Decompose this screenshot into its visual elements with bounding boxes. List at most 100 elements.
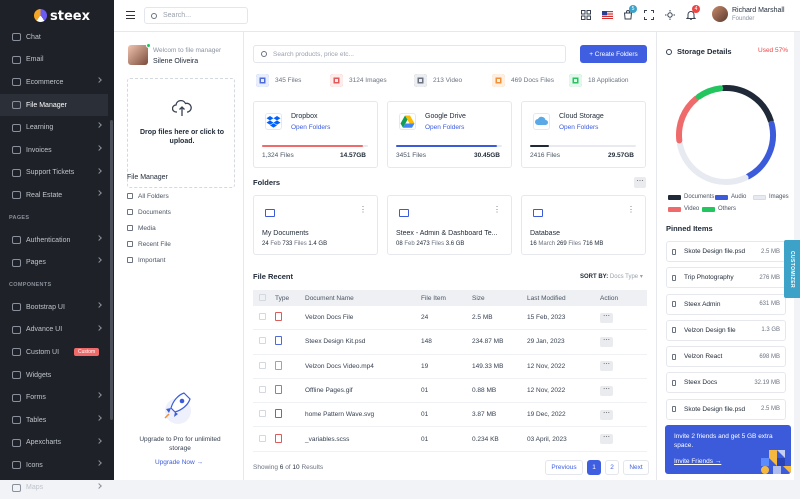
sidebar-item-chat[interactable]: Chat [0, 26, 108, 49]
sidebar-item-invoices[interactable]: Invoices [0, 139, 108, 162]
fm-item-recent-file[interactable]: Recent File [127, 236, 171, 252]
file-type-2[interactable]: 213 Video [414, 74, 462, 87]
page-1-button[interactable]: 1 [587, 460, 601, 475]
cart-button[interactable]: 5 [623, 5, 637, 20]
file-type-4[interactable]: 18 Application [569, 74, 628, 87]
sidebar-item-tables[interactable]: Tables [0, 409, 108, 432]
row-checkbox[interactable] [259, 386, 266, 394]
table-row[interactable]: home Pattern Wave.svg 01 3.87 MB 19 Dec, 20… [253, 403, 647, 428]
row-checkbox[interactable] [259, 434, 266, 442]
sidebar-scrollbar[interactable] [110, 120, 113, 420]
row-checkbox[interactable] [259, 337, 266, 345]
sidebar-item-custom-ui[interactable]: Custom UI Custom [0, 341, 108, 364]
row-checkbox[interactable] [259, 410, 266, 418]
custom-badge: Custom [74, 348, 100, 357]
file-type-0[interactable]: 345 Files [256, 74, 301, 87]
sidebar-item-bootstrap-ui[interactable]: Bootstrap UI [0, 296, 108, 319]
file-type-icon [275, 360, 282, 370]
file-dropzone[interactable]: Drop files here or click to upload. [127, 78, 235, 188]
sidebar-item-icons[interactable]: Icons [0, 454, 108, 477]
select-all-checkbox[interactable] [259, 293, 266, 301]
notifications-button[interactable]: 4 [685, 5, 700, 20]
folder-card[interactable]: ⋮ Steex - Admin & Dashboard Te... 08 Feb 2… [387, 195, 512, 255]
top-search-input[interactable]: Search... [144, 7, 248, 24]
products-search-input[interactable]: Search products, price etc... [253, 45, 566, 63]
file-item-count: 01 [421, 435, 429, 443]
row-checkbox[interactable] [259, 361, 266, 369]
row-action-button[interactable]: ⋯ [600, 409, 613, 420]
open-folders-link[interactable]: Open Folders [425, 124, 464, 131]
cloud-card-google-drive[interactable]: Google Drive Open Folders 3451 Files 30.45G… [387, 101, 512, 168]
sort-by-select[interactable]: SORT BY: Docs Type ▾ [580, 273, 643, 280]
sidebar-item-email[interactable]: Email [0, 49, 108, 72]
col-file-item[interactable]: File Item [421, 295, 472, 302]
pinned-item[interactable]: Steex Docs 32.19 MB [666, 372, 786, 394]
create-folders-button[interactable]: + Create Folders [580, 45, 647, 63]
cloud-card-cloud-storage[interactable]: Cloud Storage Open Folders 2416 Files 29.57… [521, 101, 646, 168]
pinned-item[interactable]: Velzon Design file 1.3 GB [666, 319, 786, 341]
row-type-cell [275, 409, 305, 420]
open-folders-link[interactable]: Open Folders [559, 124, 598, 131]
sidebar-item-advance-ui[interactable]: Advance UI [0, 319, 108, 342]
invite-friends-card: Invite 2 friends and get 5 GB extra spac… [665, 425, 791, 474]
row-action-button[interactable]: ⋯ [600, 336, 613, 347]
row-action-button[interactable]: ⋯ [600, 385, 613, 396]
page-2-button[interactable]: 2 [605, 460, 619, 475]
sidebar-item-file-manager[interactable]: File Manager [0, 93, 108, 117]
previous-page-button[interactable]: Previous [545, 460, 583, 475]
more-vertical-icon[interactable]: ⋮ [359, 205, 367, 214]
sidebar-item-forms[interactable]: Forms [0, 386, 108, 409]
apps-grid-icon[interactable] [581, 10, 591, 20]
folder-card[interactable]: ⋮ My Documents 24 Feb 733 Files 1.4 GB [253, 195, 378, 255]
fm-item-all-folders[interactable]: All Folders [127, 188, 171, 204]
col-document-name[interactable]: Document Name [305, 295, 421, 302]
sidebar-item-real-estate[interactable]: Real Estate [0, 184, 108, 207]
cloud-card-dropbox[interactable]: Dropbox Open Folders 1,324 Files 14.57GB [253, 101, 378, 168]
sidebar-item-ecommerce[interactable]: Ecommerce [0, 71, 108, 94]
upgrade-now-link[interactable]: Upgrade Now → [114, 459, 244, 466]
sidebar-item-apexcharts[interactable]: Apexcharts [0, 432, 108, 455]
menu-toggle-icon[interactable] [126, 11, 135, 19]
table-row[interactable]: _variables.scss 01 0.234 KB 03 April, 2023 ⋯ [253, 427, 647, 452]
open-folders-link[interactable]: Open Folders [291, 124, 330, 131]
pinned-item[interactable]: Trip Photography 276 MB [666, 267, 786, 289]
row-action-button[interactable]: ⋯ [600, 361, 613, 372]
folder-card[interactable]: ⋮ Database 16 March 269 Files 716 MB [521, 195, 646, 255]
row-action-button[interactable]: ⋯ [600, 434, 613, 445]
theme-sun-icon[interactable] [665, 10, 675, 20]
fm-item-documents[interactable]: Documents [127, 204, 171, 220]
invite-friends-link[interactable]: Invite Friends → [674, 458, 721, 465]
table-row[interactable]: Steex Design Kit.psd 148 234.87 MB 29 Jan, … [253, 330, 647, 355]
pinned-item[interactable]: Steex Admin 631 MB [666, 293, 786, 315]
table-row[interactable]: Velzon Docs File 24 2.5 MB 15 Feb, 2023 ⋯ [253, 306, 647, 331]
customizer-tab[interactable]: CUSTOMIZER [784, 240, 800, 298]
table-row[interactable]: Velzon Docs Video.mp4 19 149.33 MB 12 Nov, … [253, 355, 647, 379]
pinned-item[interactable]: Velzon React 698 MB [666, 346, 786, 368]
next-page-button[interactable]: Next [623, 460, 649, 475]
sidebar-item-authentication[interactable]: Authentication [0, 229, 108, 252]
fm-item-important[interactable]: Important [127, 252, 171, 268]
sidebar-item-pages[interactable]: Pages [0, 251, 108, 274]
col-size[interactable]: Size [472, 295, 527, 302]
pinned-item[interactable]: Skote Design file.psd 2.5 MB [666, 241, 786, 262]
user-menu[interactable]: Richard Marshall Founder [712, 6, 785, 22]
row-checkbox[interactable] [259, 313, 266, 321]
sidebar-item-widgets[interactable]: Widgets [0, 364, 108, 387]
row-action-button[interactable]: ⋯ [600, 312, 613, 323]
folders-more-button[interactable]: ⋯ [634, 177, 646, 188]
col-type[interactable]: Type [275, 295, 305, 302]
flag-us-icon[interactable] [602, 11, 613, 19]
fullscreen-icon[interactable] [644, 10, 654, 20]
more-vertical-icon[interactable]: ⋮ [493, 205, 501, 214]
table-row[interactable]: Offline Pages.gif 01 0.88 MB 12 Nov, 2022 ⋯ [253, 379, 647, 404]
file-type-1[interactable]: 3124 Images [330, 74, 387, 87]
sidebar-item-learning[interactable]: Learning [0, 116, 108, 139]
more-vertical-icon[interactable]: ⋮ [627, 205, 635, 214]
fm-item-media[interactable]: Media [127, 220, 171, 236]
sidebar-item-maps[interactable]: Maps [0, 477, 108, 499]
sidebar-item-support-tickets[interactable]: Support Tickets [0, 162, 108, 185]
col-last-modified[interactable]: Last Modified [527, 295, 600, 302]
folder-files-count: 733 [282, 241, 293, 247]
pinned-item[interactable]: Skote Design file.psd 2.5 MB [666, 398, 786, 420]
file-type-3[interactable]: 469 Docs Files [492, 74, 554, 87]
